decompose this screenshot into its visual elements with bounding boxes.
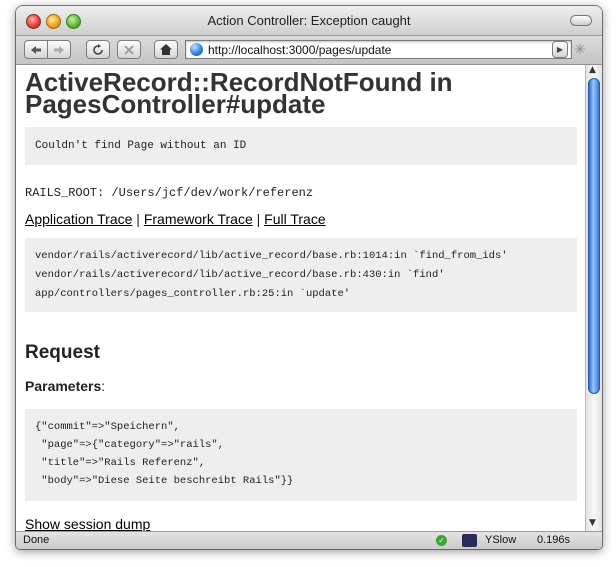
trace-line: vendor/rails/activerecord/lib/active_rec…: [35, 250, 508, 262]
trace-line: vendor/rails/activerecord/lib/active_rec…: [35, 269, 445, 281]
link-separator: |: [136, 211, 140, 227]
error-message: Couldn't find Page without an ID: [35, 140, 247, 152]
url-text: http://localhost:3000/pages/update: [208, 43, 392, 57]
yslow-label[interactable]: YSlow: [485, 534, 516, 546]
scroll-up-arrow-icon[interactable]: ▲: [589, 65, 596, 75]
load-time: 0.196s: [537, 534, 571, 546]
title-bar[interactable]: Action Controller: Exception caught: [16, 6, 602, 36]
reload-button[interactable]: [86, 40, 110, 59]
scrollbar-thumb[interactable]: [588, 78, 600, 394]
application-trace-link[interactable]: Application Trace: [25, 211, 132, 227]
snapback-button[interactable]: ▶: [552, 41, 568, 58]
toolbar-toggle-button[interactable]: [570, 15, 592, 26]
back-arrow-icon: [31, 45, 41, 54]
address-bar[interactable]: http://localhost:3000/pages/update ▼: [185, 40, 572, 59]
status-text: Done: [23, 534, 50, 546]
yslow-gauge-icon[interactable]: [462, 534, 477, 547]
globe-icon: [190, 43, 203, 56]
trace-links: Application Trace | Framework Trace | Fu…: [25, 211, 326, 227]
parameter-line: "page"=>{"category"=>"rails",: [35, 439, 225, 451]
check-ok-icon[interactable]: ✓: [436, 535, 447, 546]
request-heading: Request: [25, 342, 100, 363]
parameters-colon: :: [101, 378, 106, 394]
page-content: ActiveRecord::RecordNotFound in PagesCon…: [16, 65, 585, 531]
reload-icon: [93, 43, 103, 55]
loading-spinner-icon: ✳: [574, 42, 586, 58]
parameter-line: "body"=>"Diese Seite beschreibt Rails"}}: [35, 475, 294, 487]
trace-box: vendor/rails/activerecord/lib/active_rec…: [25, 238, 577, 312]
vertical-scrollbar[interactable]: ▲ ▼: [585, 65, 602, 531]
window-title: Action Controller: Exception caught: [207, 13, 411, 28]
trace-line: app/controllers/pages_controller.rb:25:i…: [35, 288, 351, 300]
home-button[interactable]: [154, 40, 178, 59]
show-session-dump-link[interactable]: Show session dump: [25, 516, 150, 531]
stop-icon: [124, 44, 134, 55]
home-icon: [160, 44, 172, 55]
scroll-down-arrow-icon[interactable]: ▼: [589, 518, 596, 528]
page-title: ActiveRecord::RecordNotFound in PagesCon…: [25, 67, 453, 119]
full-trace-link[interactable]: Full Trace: [264, 211, 325, 227]
navigation-toolbar: http://localhost:3000/pages/update ▼ ▶ ✳: [16, 36, 602, 65]
parameters-label: Parameters:: [25, 378, 105, 394]
forward-arrow-icon: [54, 45, 64, 54]
link-separator: |: [256, 211, 261, 227]
parameters-box: {"commit"=>"Speichern", "page"=>{"catego…: [25, 409, 577, 501]
error-message-box: Couldn't find Page without an ID: [25, 127, 577, 165]
forward-button[interactable]: [47, 40, 71, 59]
back-button[interactable]: [24, 40, 48, 59]
status-bar: Done ✓ YSlow 0.196s: [16, 531, 602, 549]
rails-root-text: RAILS_ROOT: /Users/jcf/dev/work/referenz: [25, 186, 314, 200]
browser-window: Action Controller: Exception caught http…: [16, 6, 602, 549]
stop-button[interactable]: [117, 40, 141, 59]
parameter-line: {"commit"=>"Speichern",: [35, 421, 180, 433]
framework-trace-link[interactable]: Framework Trace: [144, 211, 253, 227]
parameter-line: "title"=>"Rails Referenz",: [35, 457, 206, 469]
parameters-label-text: Parameters: [25, 378, 102, 394]
play-triangle-icon: ▶: [556, 45, 564, 54]
